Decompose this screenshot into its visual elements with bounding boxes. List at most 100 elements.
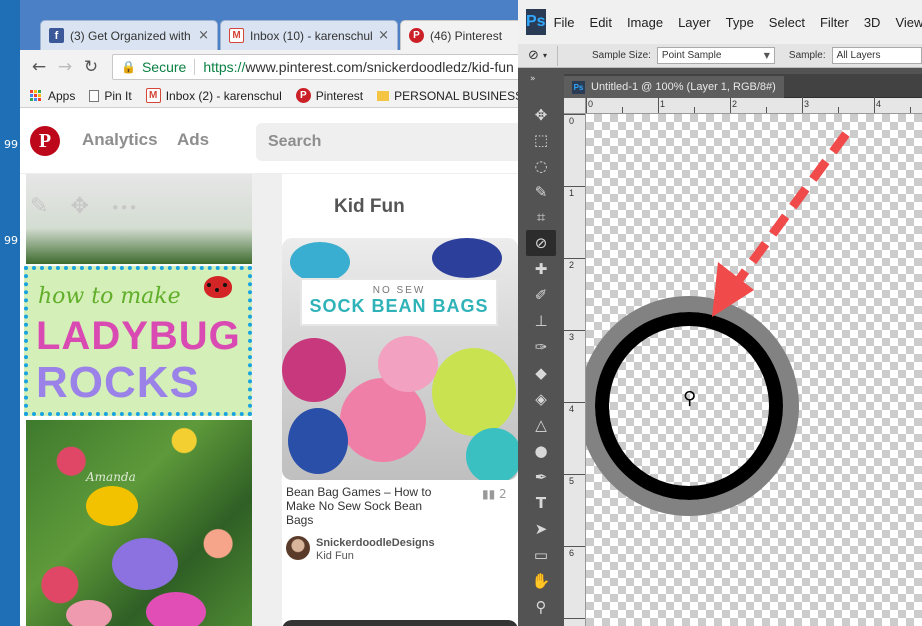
bookmark-pinterest[interactable]: P Pinterest xyxy=(295,88,363,103)
pen-tool-icon[interactable]: ✒ xyxy=(526,464,556,490)
ruler-horizontal[interactable]: 0 1 2 3 4 xyxy=(586,97,922,114)
document-tab[interactable]: Ps Untitled-1 @ 100% (Layer 1, RGB/8#) xyxy=(564,76,784,98)
tab-title: (3) Get Organized with xyxy=(70,28,191,43)
stat-count: 2 xyxy=(499,487,507,501)
lasso-tool-icon[interactable]: ◌ xyxy=(526,153,556,179)
menu-edit[interactable]: Edit xyxy=(590,15,612,30)
photoshop-logo: Ps xyxy=(526,9,546,35)
menu-3d[interactable]: 3D xyxy=(864,15,881,30)
crop-tool-icon[interactable]: ⌗ xyxy=(526,204,556,230)
sample-size-select[interactable]: Point Sample ▼ xyxy=(656,47,775,64)
ruler-tick xyxy=(658,97,659,113)
ruler-number: 0 xyxy=(588,99,594,109)
close-icon[interactable]: × xyxy=(198,28,209,43)
pin-board-name[interactable]: Kid Fun xyxy=(316,550,354,562)
ruler-tick xyxy=(563,114,585,115)
bookmark-pin-it[interactable]: Pin It xyxy=(89,89,132,103)
tab-gmail[interactable]: M Inbox (10) - karenschul × xyxy=(220,20,398,50)
quick-select-tool-icon[interactable]: ✎ xyxy=(526,179,556,205)
hand-tool-icon[interactable]: ✋ xyxy=(526,568,556,594)
document-tab-bar: Ps Untitled-1 @ 100% (Layer 1, RGB/8#) xyxy=(564,74,922,98)
pin-image[interactable] xyxy=(282,620,518,626)
tab-facebook[interactable]: f (3) Get Organized with × xyxy=(40,20,218,50)
tools-panel: » ✥ ⬚ ◌ ✎ ⌗ ⊘ ✚ ✐ ⊥ ✑ ◆ ◈ △ ● ✒ T ➤ ▭ ✋ … xyxy=(522,74,560,626)
bookmark-personal-business[interactable]: PERSONAL BUSINESS xyxy=(377,89,522,103)
bookmark-apps[interactable]: Apps xyxy=(30,89,75,103)
address-bar[interactable]: 🔒 Secure https:// www.pinterest.com/snic… xyxy=(112,54,522,80)
tab-pinterest[interactable]: P (46) Pinterest xyxy=(400,20,522,50)
banner-big-text: SOCK BEAN BAGS xyxy=(309,296,489,316)
annotation-arrow xyxy=(712,131,850,317)
canvas[interactable]: ⚲ xyxy=(586,114,922,626)
collapse-icon[interactable]: » xyxy=(530,74,536,84)
ruler-tick xyxy=(838,107,839,113)
ruler-vertical[interactable]: 0 2 1 3 4 5 6 xyxy=(563,114,586,626)
back-arrow-icon[interactable]: ← xyxy=(26,57,52,77)
page-icon xyxy=(89,89,100,102)
arrow-shaft xyxy=(732,131,850,287)
bookmark-inbox[interactable]: M Inbox (2) - karenschul xyxy=(145,88,282,103)
eyedropper-cursor-icon: ⚲ xyxy=(683,388,697,409)
ladybug-pin-graphic[interactable]: how to make LADYBUG ROCKS xyxy=(24,266,252,416)
pin-description[interactable]: Bean Bag Games – How to Make No Sew Sock… xyxy=(286,485,446,527)
tool-preset-picker[interactable]: ⊘ ▾ xyxy=(518,45,558,66)
bookmark-label: Apps xyxy=(48,88,76,103)
ruler-tick xyxy=(694,107,695,113)
ruler-origin[interactable] xyxy=(564,98,586,114)
dodge-tool-icon[interactable]: ● xyxy=(526,438,556,464)
purple-rock xyxy=(112,538,178,590)
sample-size-value: Point Sample xyxy=(661,50,722,61)
ladybug-rocks-photo[interactable]: Amanda xyxy=(26,420,252,626)
nav-ads[interactable]: Ads xyxy=(177,130,209,150)
eyedropper-tool-icon[interactable]: ⊘ xyxy=(526,230,556,256)
forward-arrow-icon[interactable]: → xyxy=(52,57,78,77)
pinterest-logo[interactable]: P xyxy=(30,126,60,156)
pin-image[interactable] xyxy=(26,174,252,264)
ruler-tick xyxy=(563,402,585,403)
board-title: Kid Fun xyxy=(334,196,405,217)
menu-image[interactable]: Image xyxy=(627,15,663,30)
sock-bean-bags-pin[interactable]: NO SEW SOCK BEAN BAGS xyxy=(282,238,518,480)
paint-bucket-tool-icon[interactable]: ◈ xyxy=(526,386,556,412)
menu-file[interactable]: File xyxy=(554,15,575,30)
rock xyxy=(66,600,112,626)
blur-tool-icon[interactable]: △ xyxy=(526,412,556,438)
type-tool-icon[interactable]: T xyxy=(526,490,556,516)
move-icon[interactable]: ✥ xyxy=(70,194,88,219)
ruler-tick xyxy=(910,107,911,113)
menu-layer[interactable]: Layer xyxy=(678,15,711,30)
chevron-down-icon: ▾ xyxy=(542,51,547,60)
menu-type[interactable]: Type xyxy=(726,15,754,30)
nav-analytics[interactable]: Analytics xyxy=(82,130,158,150)
path-select-tool-icon[interactable]: ➤ xyxy=(526,516,556,542)
reload-icon[interactable]: ↻ xyxy=(78,57,104,77)
sample-select[interactable]: All Layers xyxy=(831,47,922,64)
ruler-number: 5 xyxy=(569,476,575,486)
chevron-down-icon: ▼ xyxy=(763,51,770,60)
bean-bag xyxy=(290,242,350,282)
shape-tool-icon[interactable]: ▭ xyxy=(526,542,556,568)
menu-filter[interactable]: Filter xyxy=(820,15,849,30)
clone-stamp-tool-icon[interactable]: ⊥ xyxy=(526,308,556,334)
banner-small-text: NO SEW xyxy=(372,285,426,296)
ruler-tick xyxy=(730,97,731,113)
brush-tool-icon[interactable]: ✐ xyxy=(526,282,556,308)
more-icon[interactable]: ••• xyxy=(111,199,138,219)
history-brush-tool-icon[interactable]: ✑ xyxy=(526,334,556,360)
yellow-rock xyxy=(86,486,138,526)
menu-view[interactable]: View xyxy=(895,15,922,30)
healing-brush-tool-icon[interactable]: ✚ xyxy=(526,256,556,282)
pinner-name[interactable]: SnickerdoodleDesigns xyxy=(316,537,435,549)
marquee-tool-icon[interactable]: ⬚ xyxy=(526,127,556,153)
close-icon[interactable]: × xyxy=(378,28,389,43)
avatar[interactable] xyxy=(286,536,310,560)
ruler-number: 6 xyxy=(569,548,575,558)
ruler-number: 2 xyxy=(732,99,738,109)
search-input[interactable]: Search xyxy=(256,123,522,161)
zoom-tool-icon[interactable]: ⚲ xyxy=(526,594,556,620)
pencil-icon[interactable]: ✎ xyxy=(30,194,48,219)
move-tool-icon[interactable]: ✥ xyxy=(526,102,556,128)
bar-chart-icon: ▮▮ xyxy=(482,487,500,501)
eraser-tool-icon[interactable]: ◆ xyxy=(526,360,556,386)
menu-select[interactable]: Select xyxy=(769,15,805,30)
